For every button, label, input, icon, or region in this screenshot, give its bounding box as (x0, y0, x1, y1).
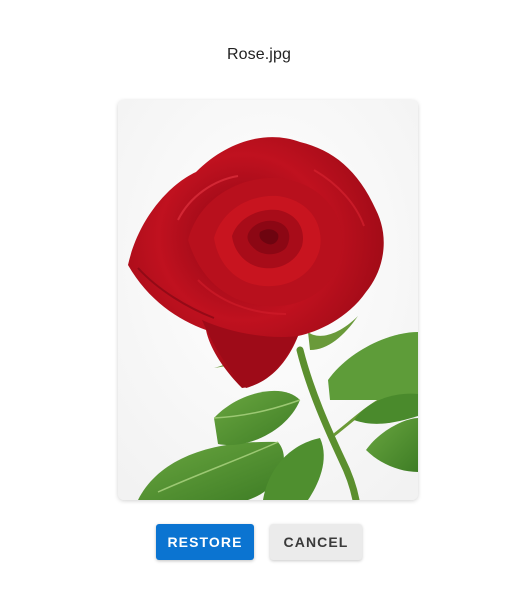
file-name-title: Rose.jpg (227, 46, 291, 63)
restore-file-dialog: Rose.jpg RESTORE CANCEL (0, 0, 518, 601)
dialog-actions: RESTORE CANCEL (0, 524, 518, 560)
cancel-button[interactable]: CANCEL (270, 524, 362, 560)
rose-photo (118, 100, 418, 500)
image-preview (118, 100, 418, 500)
restore-button[interactable]: RESTORE (156, 524, 254, 560)
